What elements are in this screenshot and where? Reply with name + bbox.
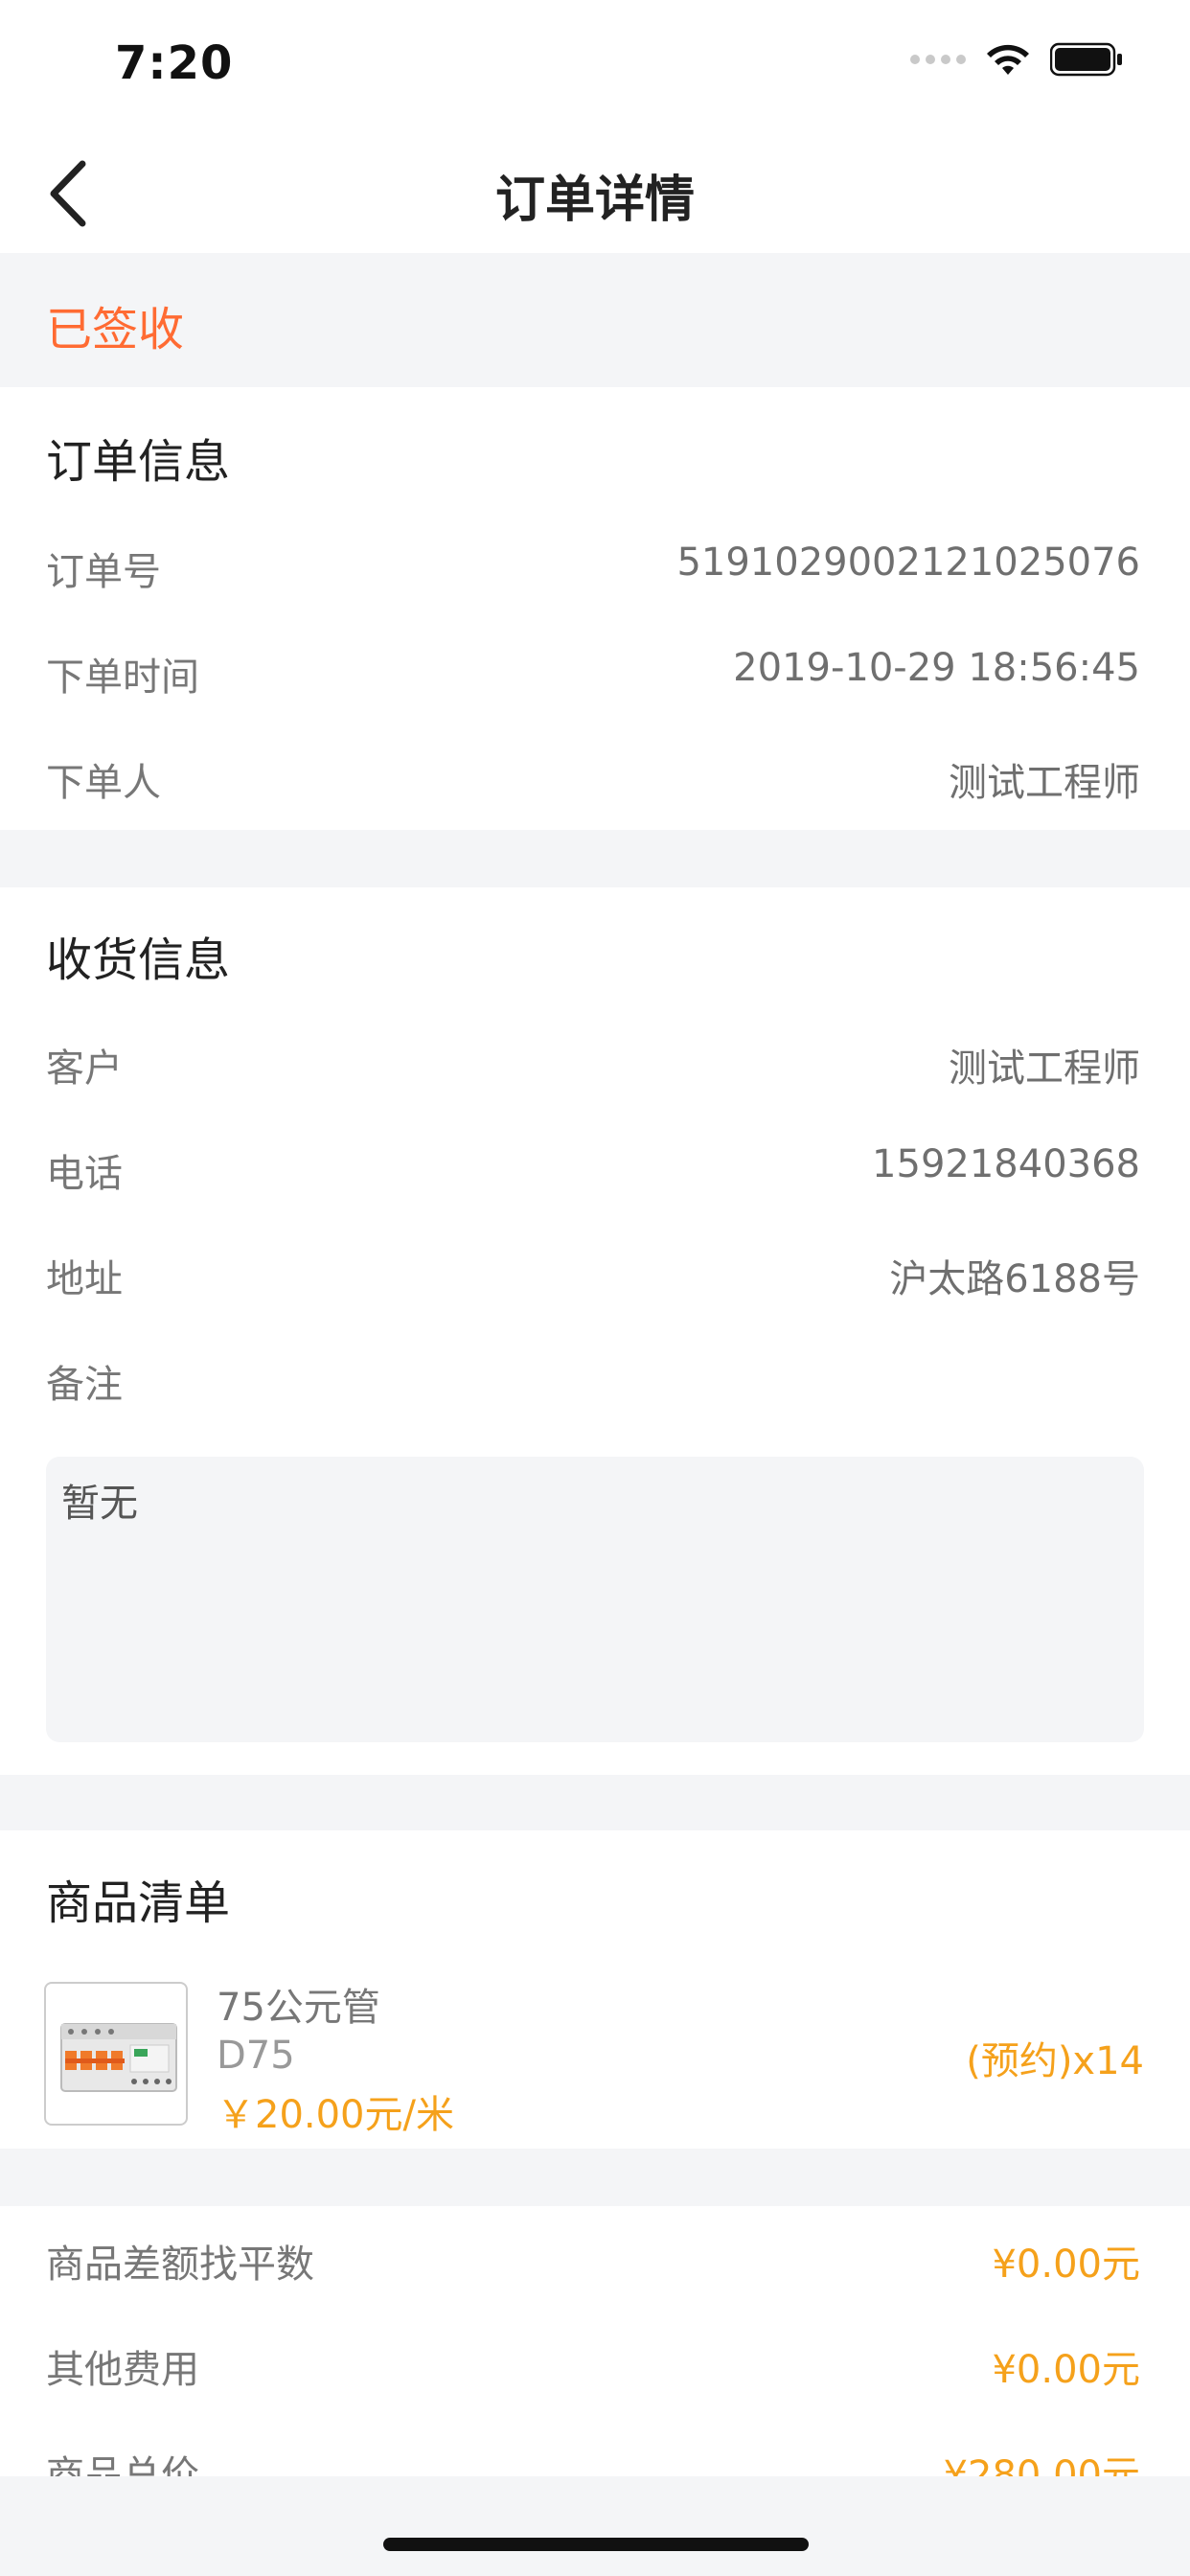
order-info-card: 订单信息 订单号 5191029002121025076 下单时间 2019-1… xyxy=(0,387,1190,830)
circuit-breaker-image xyxy=(60,2023,177,2092)
product-spec: D75 xyxy=(217,2034,295,2078)
signal-icon xyxy=(910,55,966,64)
order-status-banner: 已签收 xyxy=(0,253,1190,387)
home-indicator-area xyxy=(0,2476,1190,2576)
goods-list-title: 商品清单 xyxy=(46,1876,231,1930)
order-status-text: 已签收 xyxy=(46,303,185,356)
status-bar: 7:20 xyxy=(0,0,1190,126)
customer-value: 测试工程师 xyxy=(949,1046,1140,1091)
page-title: 订单详情 xyxy=(494,172,695,229)
navigation-bar: 订单详情 xyxy=(0,126,1190,253)
goods-list-card: 商品清单 75公元管 D75 ￥20.00元/米 (预约)x14 xyxy=(0,1830,1190,2149)
order-detail-page: 7:20 订单详情 已签收 订单信息 订单号 51910290021210250… xyxy=(0,0,1190,2576)
status-time: 7:20 xyxy=(115,36,234,90)
order-time-value: 2019-10-29 18:56:45 xyxy=(733,646,1140,690)
address-label: 地址 xyxy=(46,1257,123,1301)
product-quantity: (预约)x14 xyxy=(966,2039,1144,2083)
shipping-info-card: 收货信息 客户 测试工程师 电话 15921840368 地址 沪太路6188号… xyxy=(0,887,1190,1775)
orderer-label: 下单人 xyxy=(46,761,161,805)
other-fees-value: ¥0.00元 xyxy=(992,2348,1140,2392)
orderer-value: 测试工程师 xyxy=(949,761,1140,805)
remark-box: 暂无 xyxy=(46,1457,1144,1742)
fees-card: 商品差额找平数 ¥0.00元 其他费用 ¥0.00元 商品总价 ¥280.00元 xyxy=(0,2206,1190,2497)
product-name: 75公元管 xyxy=(217,1986,380,2030)
price-difference-value: ¥0.00元 xyxy=(992,2242,1140,2287)
other-fees-label: 其他费用 xyxy=(46,2348,199,2392)
remark-label: 备注 xyxy=(46,1363,123,1407)
product-price: ￥20.00元/米 xyxy=(217,2093,454,2137)
shipping-info-title: 收货信息 xyxy=(46,933,231,987)
order-number-value: 5191029002121025076 xyxy=(676,540,1140,585)
product-image xyxy=(44,1982,188,2126)
phone-value[interactable]: 15921840368 xyxy=(872,1142,1140,1186)
order-info-title: 订单信息 xyxy=(46,435,231,489)
price-difference-label: 商品差额找平数 xyxy=(46,2242,314,2287)
address-value: 沪太路6188号 xyxy=(889,1257,1140,1301)
wifi-icon xyxy=(987,44,1029,75)
phone-label: 电话 xyxy=(46,1152,123,1196)
home-indicator[interactable] xyxy=(383,2538,809,2551)
order-number-label: 订单号 xyxy=(46,550,161,594)
battery-icon xyxy=(1050,42,1122,77)
order-time-label: 下单时间 xyxy=(46,656,199,700)
status-icons xyxy=(910,42,1123,77)
customer-label: 客户 xyxy=(46,1046,123,1091)
remark-text: 暂无 xyxy=(61,1482,138,1526)
